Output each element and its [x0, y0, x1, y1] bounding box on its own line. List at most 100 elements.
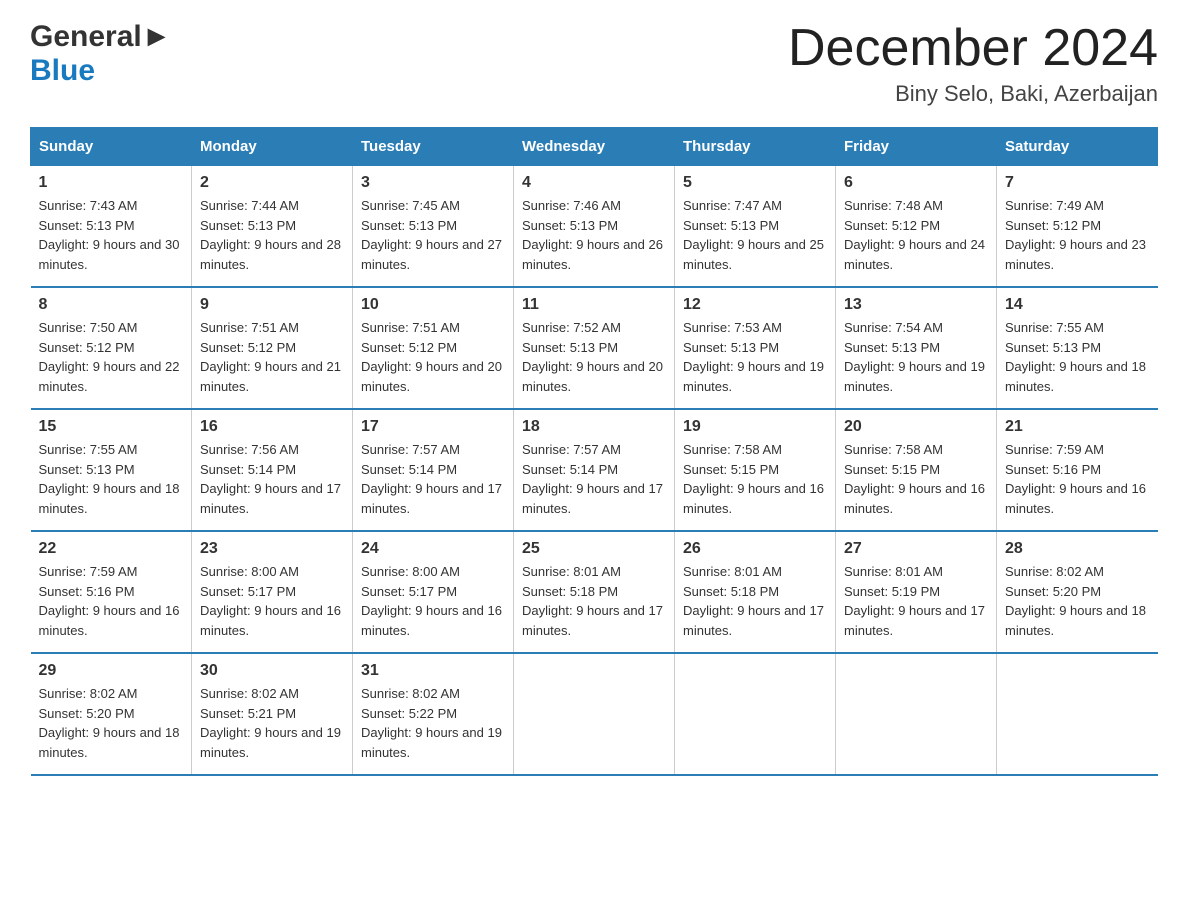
calendar-cell: 31 Sunrise: 8:02 AM Sunset: 5:22 PM Dayl…	[353, 653, 514, 775]
sunset-label: Sunset: 5:13 PM	[683, 340, 779, 355]
calendar-week-row: 1 Sunrise: 7:43 AM Sunset: 5:13 PM Dayli…	[31, 166, 1158, 288]
sunset-label: Sunset: 5:12 PM	[200, 340, 296, 355]
day-number: 10	[361, 296, 505, 314]
sunrise-label: Sunrise: 7:57 AM	[361, 442, 460, 457]
sunset-label: Sunset: 5:12 PM	[1005, 218, 1101, 233]
location-subtitle: Biny Selo, Baki, Azerbaijan	[788, 81, 1158, 107]
sunrise-label: Sunrise: 8:00 AM	[361, 564, 460, 579]
day-number: 26	[683, 540, 827, 558]
day-info: Sunrise: 8:01 AM Sunset: 5:18 PM Dayligh…	[683, 562, 827, 640]
daylight-label: Daylight: 9 hours and 17 minutes.	[844, 603, 985, 638]
calendar-cell: 26 Sunrise: 8:01 AM Sunset: 5:18 PM Dayl…	[675, 531, 836, 653]
title-block: December 2024 Biny Selo, Baki, Azerbaija…	[788, 20, 1158, 107]
day-number: 30	[200, 662, 344, 680]
calendar-cell: 21 Sunrise: 7:59 AM Sunset: 5:16 PM Dayl…	[997, 409, 1158, 531]
sunrise-label: Sunrise: 7:55 AM	[39, 442, 138, 457]
sunrise-label: Sunrise: 7:45 AM	[361, 198, 460, 213]
daylight-label: Daylight: 9 hours and 20 minutes.	[361, 359, 502, 394]
month-title: December 2024	[788, 20, 1158, 77]
day-info: Sunrise: 7:45 AM Sunset: 5:13 PM Dayligh…	[361, 196, 505, 274]
sunset-label: Sunset: 5:18 PM	[522, 584, 618, 599]
day-number: 22	[39, 540, 184, 558]
sunrise-label: Sunrise: 8:02 AM	[1005, 564, 1104, 579]
day-number: 19	[683, 418, 827, 436]
daylight-label: Daylight: 9 hours and 28 minutes.	[200, 237, 341, 272]
day-number: 13	[844, 296, 988, 314]
sunset-label: Sunset: 5:14 PM	[522, 462, 618, 477]
day-number: 21	[1005, 418, 1150, 436]
day-header-tuesday: Tuesday	[353, 128, 514, 166]
day-info: Sunrise: 7:47 AM Sunset: 5:13 PM Dayligh…	[683, 196, 827, 274]
daylight-label: Daylight: 9 hours and 16 minutes.	[844, 481, 985, 516]
logo: General► Blue	[30, 20, 171, 88]
sunset-label: Sunset: 5:13 PM	[39, 462, 135, 477]
daylight-label: Daylight: 9 hours and 16 minutes.	[683, 481, 824, 516]
day-info: Sunrise: 7:51 AM Sunset: 5:12 PM Dayligh…	[361, 318, 505, 396]
day-number: 27	[844, 540, 988, 558]
sunset-label: Sunset: 5:15 PM	[844, 462, 940, 477]
calendar-cell: 14 Sunrise: 7:55 AM Sunset: 5:13 PM Dayl…	[997, 287, 1158, 409]
day-info: Sunrise: 7:56 AM Sunset: 5:14 PM Dayligh…	[200, 440, 344, 518]
calendar-cell: 30 Sunrise: 8:02 AM Sunset: 5:21 PM Dayl…	[192, 653, 353, 775]
sunset-label: Sunset: 5:17 PM	[200, 584, 296, 599]
calendar-cell: 18 Sunrise: 7:57 AM Sunset: 5:14 PM Dayl…	[514, 409, 675, 531]
day-info: Sunrise: 7:46 AM Sunset: 5:13 PM Dayligh…	[522, 196, 666, 274]
daylight-label: Daylight: 9 hours and 19 minutes.	[683, 359, 824, 394]
calendar-cell: 17 Sunrise: 7:57 AM Sunset: 5:14 PM Dayl…	[353, 409, 514, 531]
calendar-cell: 4 Sunrise: 7:46 AM Sunset: 5:13 PM Dayli…	[514, 166, 675, 288]
daylight-label: Daylight: 9 hours and 16 minutes.	[361, 603, 502, 638]
sunrise-label: Sunrise: 7:58 AM	[683, 442, 782, 457]
calendar-cell	[514, 653, 675, 775]
day-info: Sunrise: 7:58 AM Sunset: 5:15 PM Dayligh…	[844, 440, 988, 518]
sunrise-label: Sunrise: 7:43 AM	[39, 198, 138, 213]
daylight-label: Daylight: 9 hours and 30 minutes.	[39, 237, 180, 272]
sunrise-label: Sunrise: 7:59 AM	[39, 564, 138, 579]
calendar-header-row: SundayMondayTuesdayWednesdayThursdayFrid…	[31, 128, 1158, 166]
sunrise-label: Sunrise: 7:50 AM	[39, 320, 138, 335]
sunset-label: Sunset: 5:18 PM	[683, 584, 779, 599]
sunset-label: Sunset: 5:20 PM	[39, 706, 135, 721]
sunrise-label: Sunrise: 8:01 AM	[683, 564, 782, 579]
sunrise-label: Sunrise: 7:54 AM	[844, 320, 943, 335]
daylight-label: Daylight: 9 hours and 25 minutes.	[683, 237, 824, 272]
day-info: Sunrise: 7:55 AM Sunset: 5:13 PM Dayligh…	[39, 440, 184, 518]
sunrise-label: Sunrise: 7:47 AM	[683, 198, 782, 213]
calendar-cell: 15 Sunrise: 7:55 AM Sunset: 5:13 PM Dayl…	[31, 409, 192, 531]
calendar-cell: 1 Sunrise: 7:43 AM Sunset: 5:13 PM Dayli…	[31, 166, 192, 288]
day-number: 14	[1005, 296, 1150, 314]
day-number: 3	[361, 174, 505, 192]
day-info: Sunrise: 7:58 AM Sunset: 5:15 PM Dayligh…	[683, 440, 827, 518]
calendar-cell: 13 Sunrise: 7:54 AM Sunset: 5:13 PM Dayl…	[836, 287, 997, 409]
sunset-label: Sunset: 5:12 PM	[844, 218, 940, 233]
sunrise-label: Sunrise: 7:57 AM	[522, 442, 621, 457]
sunset-label: Sunset: 5:13 PM	[39, 218, 135, 233]
calendar-cell: 7 Sunrise: 7:49 AM Sunset: 5:12 PM Dayli…	[997, 166, 1158, 288]
day-number: 12	[683, 296, 827, 314]
daylight-label: Daylight: 9 hours and 18 minutes.	[39, 481, 180, 516]
sunset-label: Sunset: 5:16 PM	[1005, 462, 1101, 477]
calendar-cell: 3 Sunrise: 7:45 AM Sunset: 5:13 PM Dayli…	[353, 166, 514, 288]
day-info: Sunrise: 8:00 AM Sunset: 5:17 PM Dayligh…	[361, 562, 505, 640]
calendar-cell: 19 Sunrise: 7:58 AM Sunset: 5:15 PM Dayl…	[675, 409, 836, 531]
day-info: Sunrise: 8:01 AM Sunset: 5:19 PM Dayligh…	[844, 562, 988, 640]
daylight-label: Daylight: 9 hours and 19 minutes.	[844, 359, 985, 394]
sunrise-label: Sunrise: 8:02 AM	[200, 686, 299, 701]
calendar-cell: 16 Sunrise: 7:56 AM Sunset: 5:14 PM Dayl…	[192, 409, 353, 531]
calendar-cell: 8 Sunrise: 7:50 AM Sunset: 5:12 PM Dayli…	[31, 287, 192, 409]
sunrise-label: Sunrise: 8:00 AM	[200, 564, 299, 579]
daylight-label: Daylight: 9 hours and 17 minutes.	[200, 481, 341, 516]
calendar-cell: 22 Sunrise: 7:59 AM Sunset: 5:16 PM Dayl…	[31, 531, 192, 653]
page-header: General► Blue December 2024 Biny Selo, B…	[30, 20, 1158, 107]
day-info: Sunrise: 7:59 AM Sunset: 5:16 PM Dayligh…	[39, 562, 184, 640]
day-info: Sunrise: 7:43 AM Sunset: 5:13 PM Dayligh…	[39, 196, 184, 274]
day-info: Sunrise: 7:51 AM Sunset: 5:12 PM Dayligh…	[200, 318, 344, 396]
logo-blue-text: Blue	[30, 54, 95, 88]
daylight-label: Daylight: 9 hours and 16 minutes.	[39, 603, 180, 638]
daylight-label: Daylight: 9 hours and 21 minutes.	[200, 359, 341, 394]
day-info: Sunrise: 8:02 AM Sunset: 5:22 PM Dayligh…	[361, 684, 505, 762]
calendar-cell	[675, 653, 836, 775]
calendar-cell: 20 Sunrise: 7:58 AM Sunset: 5:15 PM Dayl…	[836, 409, 997, 531]
sunset-label: Sunset: 5:13 PM	[522, 340, 618, 355]
sunset-label: Sunset: 5:13 PM	[361, 218, 457, 233]
calendar-cell: 5 Sunrise: 7:47 AM Sunset: 5:13 PM Dayli…	[675, 166, 836, 288]
